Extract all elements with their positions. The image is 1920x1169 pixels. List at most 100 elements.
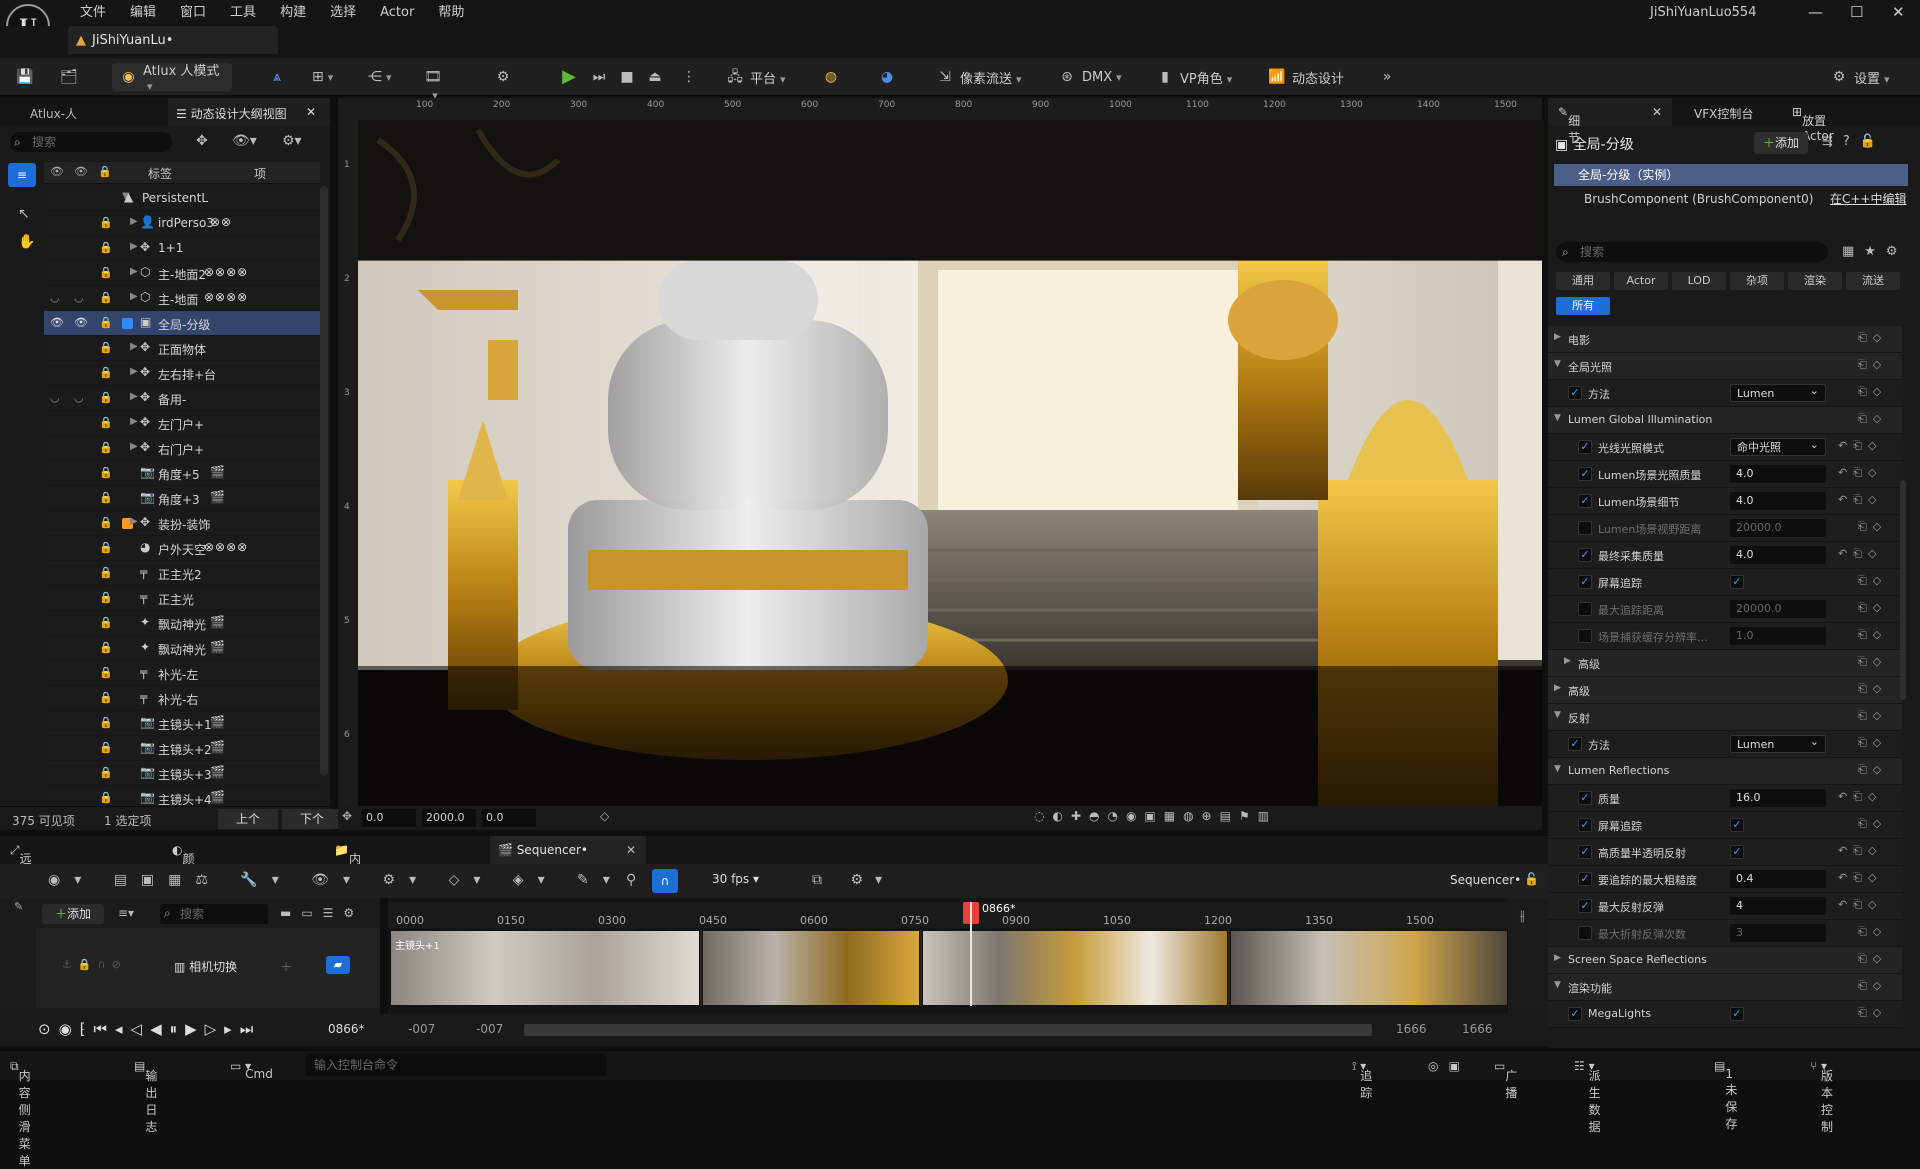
property-row[interactable]: ✓ 方法 Lumen ⎗◇ — [1548, 731, 1902, 758]
close-details-icon[interactable]: ✕ — [1652, 105, 1662, 119]
category-action-icons[interactable]: ⎗◇ — [1858, 358, 1887, 372]
range-end-view[interactable]: 1666 — [1396, 1022, 1427, 1036]
filter-icon[interactable]: ≡▾ — [118, 906, 134, 920]
override-checkbox[interactable]: ✓ — [1578, 872, 1592, 886]
chip-lod[interactable]: LOD — [1672, 272, 1726, 290]
transform-icon[interactable]: ✥ — [342, 809, 352, 823]
outliner-settings-icon[interactable]: ⚙▾ — [282, 133, 302, 149]
component-row[interactable]: BrushComponent (BrushComponent0) 在C++中编辑 — [1554, 188, 1908, 210]
playhead-line[interactable] — [970, 902, 972, 1006]
property-row[interactable]: ✓ 最大反射反弹 4 ↶⎗◇ — [1548, 893, 1902, 920]
status-icons[interactable]: ◎▣ — [1428, 1059, 1470, 1073]
menu-file[interactable]: 文件 — [68, 0, 118, 26]
outliner-row[interactable]: 🔒 ▶ ✥ 右门户+ — [44, 436, 320, 461]
stop-button[interactable]: ■ — [618, 64, 636, 90]
version-control-button[interactable]: ⑂ 版本控制 ▾ — [1810, 1059, 1833, 1134]
shot-thumb-2[interactable] — [702, 930, 920, 1006]
lock-icon[interactable]: 🔓 — [1524, 872, 1539, 886]
details-scrollbar[interactable] — [1900, 480, 1906, 700]
camera-cut-track[interactable]: ⚓🔒∩⊘ ▥ 相机切换 ＋ ▰ — [36, 928, 380, 1008]
outliner-row[interactable]: 🔒 📷 角度+3 🎬 — [44, 486, 320, 511]
tab-place-actor[interactable]: ⊞ 放置Actor — [1792, 105, 1834, 143]
lock-icon[interactable]: 🔒 — [99, 541, 113, 554]
step-button[interactable]: ⏭ — [590, 64, 608, 90]
property-row[interactable]: ✓ 要追踪的最大粗糙度 0.4 ↶⎗◇ — [1548, 866, 1902, 893]
marker-icon[interactable]: ⚲ — [626, 872, 636, 888]
cmd-selector[interactable]: ▭ Cmd ▾ — [230, 1059, 273, 1081]
menu-window[interactable]: 窗口 — [168, 0, 218, 26]
menu-actor[interactable]: Actor — [368, 0, 426, 26]
field-b[interactable]: 2000.0 — [422, 809, 476, 827]
property-value-input[interactable]: 0.4 — [1730, 870, 1826, 888]
lock-icon[interactable]: 🔒 — [99, 416, 113, 429]
plugin-icon-2[interactable]: ◕ — [878, 64, 896, 90]
lock-icon[interactable]: 🔒 — [99, 491, 113, 504]
time-ruler[interactable]: 0000 0150 0300 0450 0600 0750 0900 1050 1200 1350… — [388, 902, 1508, 928]
property-row[interactable]: ✓ MegaLights ✓ ⎗◇ — [1548, 1001, 1902, 1028]
outliner-row[interactable]: 🔒 📷 主镜头+4 🎬 — [44, 786, 320, 806]
property-value-input[interactable]: 16.0 — [1730, 789, 1826, 807]
override-checkbox[interactable]: ✓ — [1568, 1007, 1582, 1021]
lock-icon[interactable]: 🔒 — [99, 316, 113, 329]
timeline-scroll[interactable] — [524, 1024, 1372, 1036]
lock-icon[interactable]: 🔒 — [99, 591, 113, 604]
override-checkbox[interactable] — [1578, 629, 1592, 643]
override-checkbox[interactable]: ✓ — [1578, 845, 1592, 859]
outliner-row[interactable]: 🔒 ▶ ✥ 左右排+台 — [44, 361, 320, 386]
edit-cpp-link[interactable]: 在C++中编辑 — [1830, 188, 1907, 210]
property-action-icons[interactable]: ↶⎗◇ — [1838, 844, 1882, 858]
chip-render[interactable]: 渲染 — [1788, 272, 1842, 290]
category-action-icons[interactable]: ⎗◇ — [1858, 412, 1887, 426]
collapse-arrow-icon[interactable]: ▼ — [1554, 764, 1561, 774]
outliner-row[interactable]: 🔒 ▶ 👤 irdPerso3 ⊗⊗ — [44, 211, 320, 236]
expand-arrow-icon[interactable]: ▶ — [1554, 332, 1561, 342]
outliner-row[interactable]: 🔒 ╤ 补光-左 — [44, 661, 320, 686]
maximize-icon[interactable]: ☐ — [1850, 3, 1863, 21]
menu-tools[interactable]: 工具 — [218, 0, 268, 26]
outliner-scrollbar[interactable] — [320, 186, 328, 776]
override-checkbox[interactable]: ✓ — [1578, 791, 1592, 805]
transport-controls[interactable]: ⊙◉⁅⏮◂◁◀⏸▶▷▸⏭ — [38, 1020, 261, 1038]
details-search-input[interactable]: 搜索 — [1556, 242, 1828, 262]
menu-help[interactable]: 帮助 — [426, 0, 476, 26]
tab-atlux[interactable]: Atlux-人 — [30, 105, 77, 122]
tab-content-browser[interactable]: 📁 内容浏览器 — [334, 843, 361, 934]
sequencer-side-icon[interactable]: ✎ — [14, 900, 23, 913]
property-row[interactable]: ✓ 屏幕追踪 ✓ ⎗◇ — [1548, 569, 1902, 596]
outliner-row[interactable]: ▼ ▲ PersistentL — [44, 186, 320, 211]
add-track-button[interactable]: ＋添加 — [42, 904, 104, 924]
property-action-icons[interactable]: ↶⎗◇ — [1838, 547, 1882, 561]
settings-button[interactable]: ⚙ 设置 — [1830, 64, 1890, 90]
lock-icon[interactable]: 🔒 — [99, 391, 113, 404]
property-value-input[interactable]: 4.0 — [1730, 492, 1826, 510]
unsaved-button[interactable]: ▤ 1未保存 — [1714, 1059, 1737, 1131]
chip-actor[interactable]: Actor — [1614, 272, 1668, 290]
property-value-checkbox[interactable]: ✓ — [1730, 1007, 1744, 1021]
close-tab-icon[interactable]: ✕ — [306, 105, 316, 119]
platform-button[interactable]: 🖧 平台 — [726, 64, 786, 90]
hand-tool-icon[interactable]: ✋ — [18, 234, 35, 250]
property-action-icons[interactable]: ⎗◇ — [1858, 925, 1887, 939]
property-action-icons[interactable]: ⎗◇ — [1858, 520, 1887, 534]
shot-thumb-3[interactable] — [922, 930, 1228, 1006]
lock-icon[interactable]: 🔒 — [99, 766, 113, 779]
property-value-input[interactable]: 4 — [1730, 897, 1826, 915]
property-category[interactable]: ▶ Screen Space Reflections ⎗◇ — [1548, 947, 1902, 974]
lock-icon[interactable]: 🔒 — [99, 291, 113, 304]
category-action-icons[interactable]: ⎗◇ — [1858, 682, 1887, 696]
property-dropdown[interactable]: Lumen — [1730, 382, 1826, 402]
expand-arrow-icon[interactable]: ▶ — [130, 216, 138, 227]
camera-lock-icon[interactable]: ▰ — [326, 956, 350, 974]
outliner-row[interactable]: 🔒 ▶ ✥ 左门户+ — [44, 411, 320, 436]
add-cut-icon[interactable]: ＋ — [280, 958, 292, 975]
property-action-icons[interactable]: ⎗◇ — [1858, 628, 1887, 642]
details-view-icons[interactable]: ▦★⚙ — [1842, 244, 1908, 259]
more-icon[interactable]: » — [1378, 64, 1396, 90]
expand-arrow-icon[interactable]: ▶ — [130, 416, 138, 427]
mode-selector[interactable]: ◉ Atlux 人模式 — [112, 63, 232, 91]
property-action-icons[interactable]: ⎗◇ — [1858, 1006, 1887, 1020]
menu-build[interactable]: 构建 — [268, 0, 318, 26]
viewport-options-icons[interactable]: ◌◐✚◓◔◉▣▦◍⊕▤⚑▥ — [1034, 809, 1277, 823]
chip-general[interactable]: 通用 — [1556, 272, 1610, 290]
lock-icon[interactable]: 🔒 — [99, 266, 113, 279]
